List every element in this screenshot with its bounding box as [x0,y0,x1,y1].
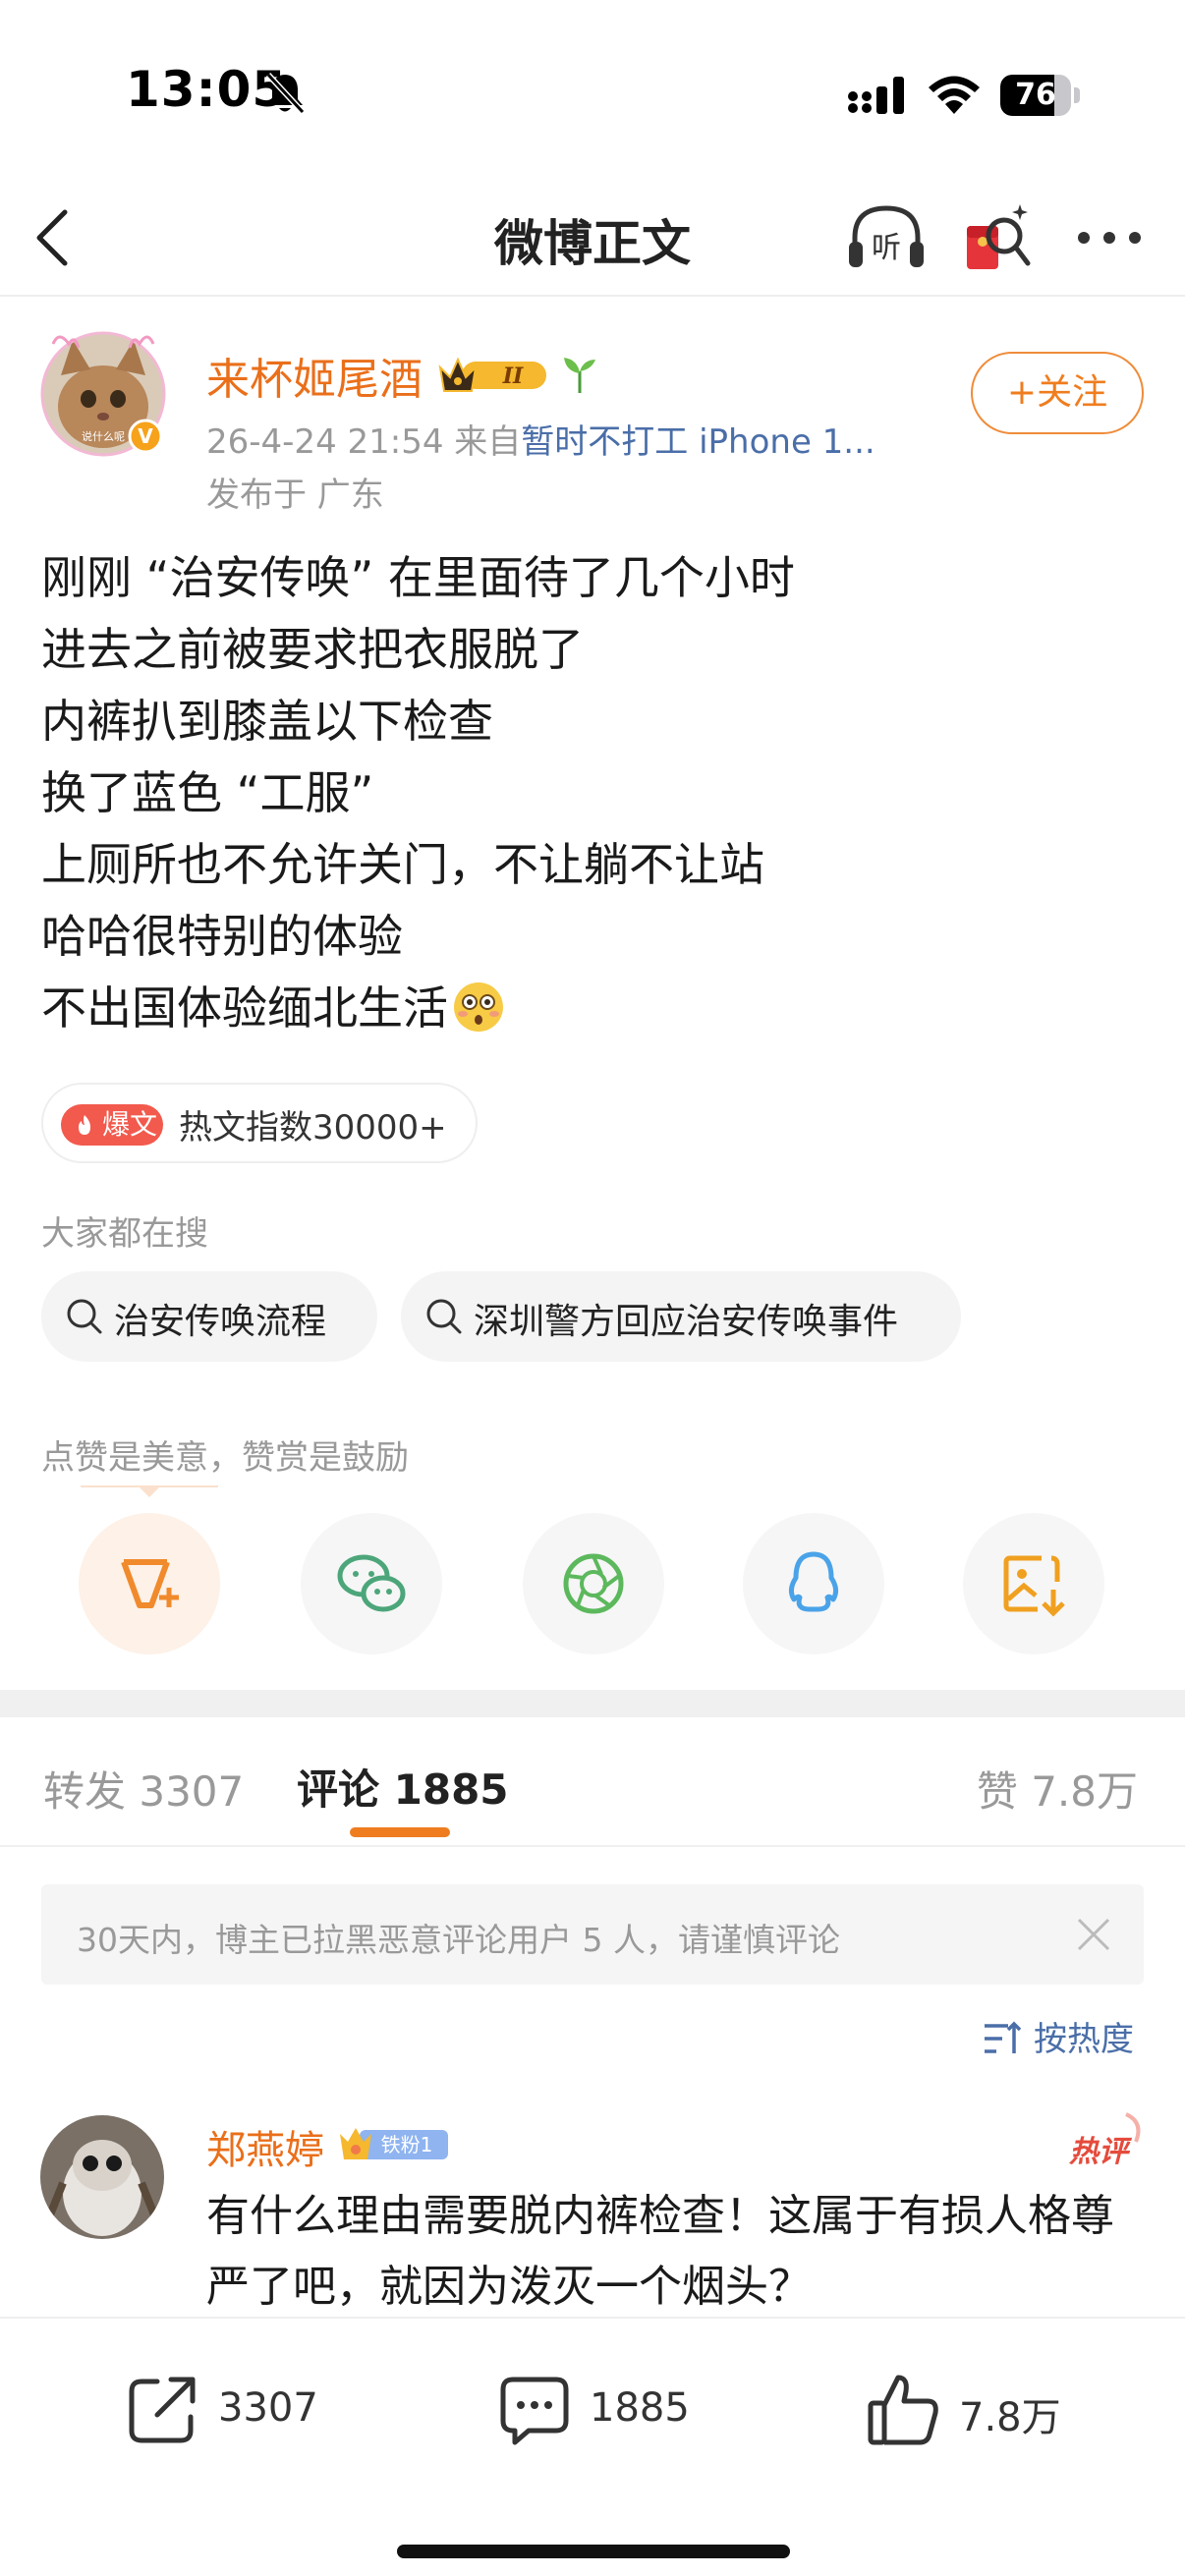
commenter-avatar[interactable] [39,2114,165,2240]
interaction-tabs: 转发 3307 评论 1885 赞 7.8万 [0,1717,1185,1847]
sort-by-hot-button[interactable]: 按热度 [983,2012,1146,2061]
thumbs-up-icon [868,2375,938,2445]
headphones-listen-icon[interactable]: 听 [845,200,928,275]
search-chip[interactable]: 治安传唤流程 [41,1271,377,1362]
comment-button[interactable]: 1885 [495,2370,731,2448]
tab-repost[interactable]: 转发 3307 [43,1759,244,1819]
post-location: 发布于 广东 [206,476,384,515]
hot-index-pill[interactable]: 爆文 热文指数30000+ [41,1083,478,1163]
post-source[interactable]: 暂时不打工 iPhone 1... [521,422,875,462]
wifi-icon [929,76,980,114]
comment-count: 1885 [590,2385,690,2431]
trending-search-heading: 大家都在搜 [41,1214,208,1254]
reward-text: 点赞是美意，赞赏是鼓励 [41,1438,409,1478]
repost-count: 3307 [218,2385,318,2431]
repost-button[interactable]: 3307 [124,2370,360,2448]
close-icon[interactable] [1073,1914,1114,1955]
hot-index-text: 热文指数30000+ [179,1108,447,1148]
share-qq-button[interactable] [743,1513,884,1654]
fan-badge-label: 铁粉1 [381,2133,433,2156]
status-bar: 13:05 76 [0,0,1185,177]
search-chip-label: 治安传唤流程 [114,1302,327,1342]
post-time: 26-4-24 21:54 来自 [206,422,522,462]
search-icon [426,1299,462,1334]
author-avatar[interactable]: 说什么呢 V [39,330,167,458]
comment-icon [500,2377,569,2445]
tab-comment[interactable]: 评论 1885 [297,1757,509,1817]
commenter-name[interactable]: 郑燕婷 [206,2118,324,2175]
battery-level: 76 [1015,78,1056,112]
reward-pointer [138,1485,161,1497]
flushed-face-emoji-icon [454,982,503,1032]
tab-likes[interactable]: 赞 7.8万 [977,1759,1138,1819]
search-chip[interactable]: 深圳警方回应治安传唤事件 [401,1271,961,1362]
comment-notice: 30天内，博主已拉黑恶意评论用户 5 人，请谨慎评论 [41,1884,1144,1985]
moments-aperture-icon [563,1553,624,1614]
red-packet-search-icon[interactable] [963,198,1034,277]
crown-level-badge[interactable]: II [436,352,550,397]
like-button[interactable]: 7.8万 [865,2370,1100,2448]
post-meta: 26-4-24 21:54 来自暂时不打工 iPhone 1... [206,415,875,463]
sort-icon [985,2021,1022,2053]
badge-level: II [502,364,524,389]
hot-tag-label: 热评 [1068,2135,1133,2169]
fan-level-badge[interactable]: 铁粉1 [336,2122,450,2165]
comment-text: 有什么理由需要脱内裤检查！这属于有损人格尊严了吧，就因为泼灭一个烟头？ [206,2191,1114,2312]
reward-v-icon [121,1559,179,1608]
sort-label: 按热度 [1034,2020,1134,2059]
share-wechat-button[interactable] [301,1513,442,1654]
follow-button[interactable]: +关注 [971,352,1144,434]
hot-badge-label: 爆文 [102,1108,158,1141]
flame-icon [79,1115,90,1135]
post-line: 哈哈很特别的体验 [41,910,403,963]
image-download-icon [1003,1555,1065,1617]
active-tab-indicator [350,1827,450,1837]
post-line: 内裤扒到膝盖以下检查 [41,695,493,748]
bottom-action-bar: 3307 1885 7.8万 [0,2317,1185,2576]
bell-muted-icon [265,72,306,115]
battery-indicator: 76 [1000,75,1080,116]
cellular-signal-icon [848,77,904,114]
post-body: 刚刚 “治安传唤” 在里面待了几个小时 进去之前被要求把衣服脱了 内裤扒到膝盖以… [41,542,1152,1044]
search-icon [67,1299,102,1334]
home-indicator [397,2545,790,2558]
author-name[interactable]: 来杯姬尾酒 [206,344,423,407]
post-line: 上厕所也不允许关门，不让躺不让站 [41,838,764,891]
sprout-icon [564,358,595,393]
post-line-last: 不出国体验缅北生活 [41,973,1152,1044]
save-image-button[interactable] [963,1513,1104,1654]
verified-mark: V [138,424,153,448]
hot-badge: 爆文 [61,1104,163,1146]
reward-button[interactable] [79,1513,220,1654]
svg-text:听: 听 [872,231,901,265]
post-line: 进去之前被要求把衣服脱了 [41,623,584,676]
avatar-caption: 说什么呢 [82,429,125,443]
post-line: 换了蓝色 “工服” [41,766,374,819]
section-divider [0,1690,1185,1717]
qq-penguin-icon [788,1551,839,1612]
more-options-icon[interactable] [1075,218,1144,257]
notice-text: 30天内，博主已拉黑恶意评论用户 5 人，请谨慎评论 [77,1921,840,1959]
hot-comment-tag: 热评 [1068,2112,1141,2169]
wechat-icon [337,1554,406,1612]
share-moments-button[interactable] [523,1513,664,1654]
repost-icon [129,2377,196,2443]
like-count: 7.8万 [959,2395,1061,2440]
search-chip-label: 深圳警方回应治安传唤事件 [474,1302,899,1342]
post-line: 刚刚 “治安传唤” 在里面待了几个小时 [41,551,795,604]
nav-bar: 微博正文 听 [0,177,1185,297]
